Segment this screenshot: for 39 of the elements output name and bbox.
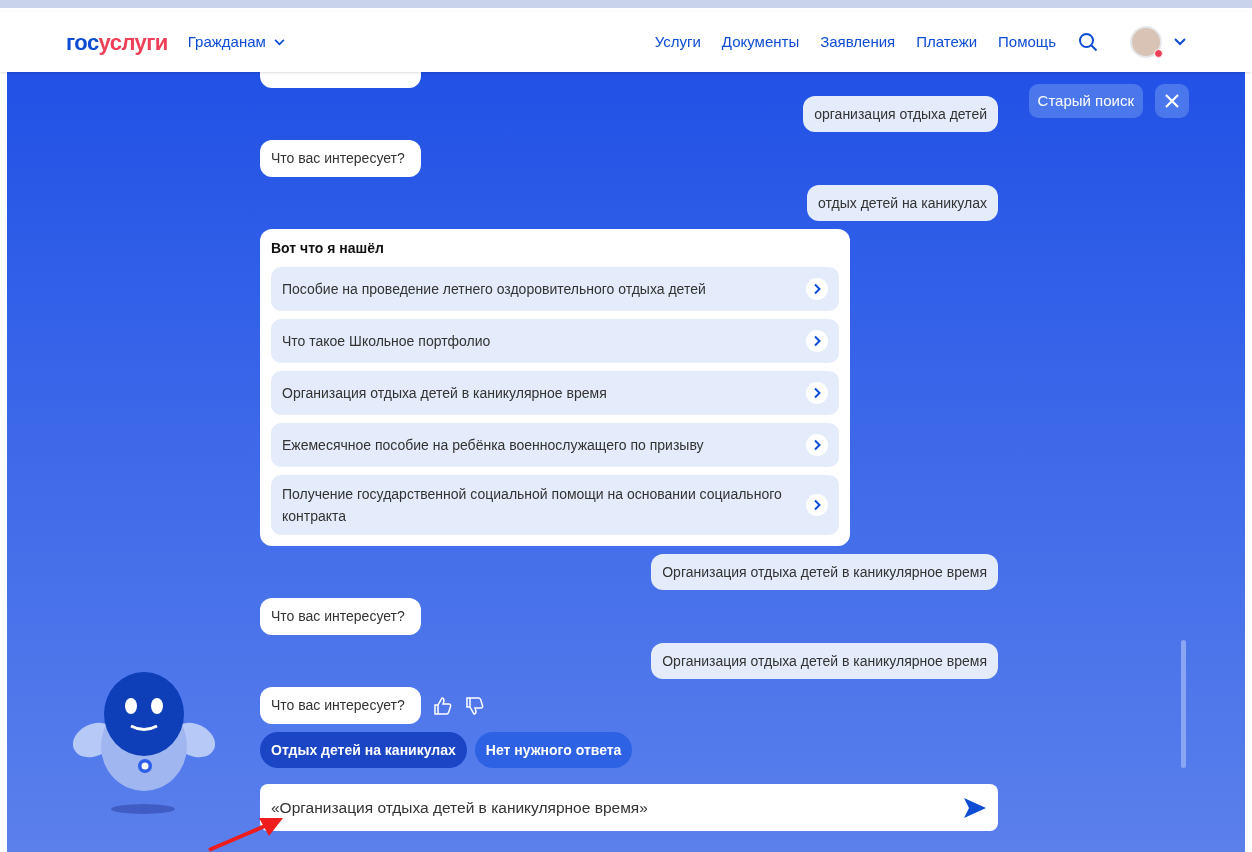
scrollbar[interactable] [1181,640,1186,768]
result-item[interactable]: Что такое Школьное портфолио [271,319,839,363]
message-input[interactable]: «Организация отдыха детей в каникулярное время» [260,784,998,831]
result-item[interactable]: Получение государственной социальной помощи на основании социального контракта [271,475,839,535]
nav-link[interactable]: Заявления [820,30,896,54]
thumbs-up-icon[interactable] [433,695,453,716]
chevron-down-icon [273,38,285,46]
chevron-right-icon [806,382,828,404]
nav-link[interactable]: Услуги [654,30,701,54]
chevron-right-icon [806,494,828,516]
result-item[interactable]: Ежемесячное пособие на ребёнка военнослужащего по призыву [271,423,839,467]
send-icon[interactable] [963,796,987,819]
nav-link[interactable]: Помощь [998,30,1056,54]
user-message: отдых детей на каникулах [807,185,998,221]
audience-dropdown[interactable]: Гражданам [187,30,285,54]
quick-reply-button[interactable]: Нет нужного ответа [474,732,633,768]
close-icon [1164,93,1180,109]
bot-message: Что вас интересует? [260,598,421,635]
old-search-button[interactable]: Старый поиск [1028,84,1143,118]
nav-link[interactable]: Платежи [916,30,978,54]
thumbs-down-icon[interactable] [465,695,485,716]
bot-message: Что вас интересует? [260,687,421,724]
results-title: Вот что я нашёл [271,239,385,258]
nav-link[interactable]: Документы [721,30,800,54]
chevron-down-icon[interactable] [1174,38,1186,46]
quick-reply-button[interactable]: Отдых детей на каникулах [260,732,467,768]
result-item[interactable]: Организация отдыха детей в каникулярное время [271,371,839,415]
logo[interactable]: госуслуги [66,25,168,59]
search-icon[interactable] [1078,32,1098,52]
bot-message: Что вас интересует? [260,140,421,177]
user-message: организация отдыха детей [803,96,998,132]
user-message: Организация отдыха детей в каникулярное время [651,643,998,679]
user-message: Организация отдыха детей в каникулярное время [651,554,998,590]
result-item[interactable]: Пособие на проведение летнего оздоровительного отдыха детей [271,267,839,311]
chevron-right-icon [806,434,828,456]
avatar[interactable] [1130,26,1162,58]
chevron-right-icon [806,330,828,352]
chevron-right-icon [806,278,828,300]
close-button[interactable] [1155,84,1189,118]
